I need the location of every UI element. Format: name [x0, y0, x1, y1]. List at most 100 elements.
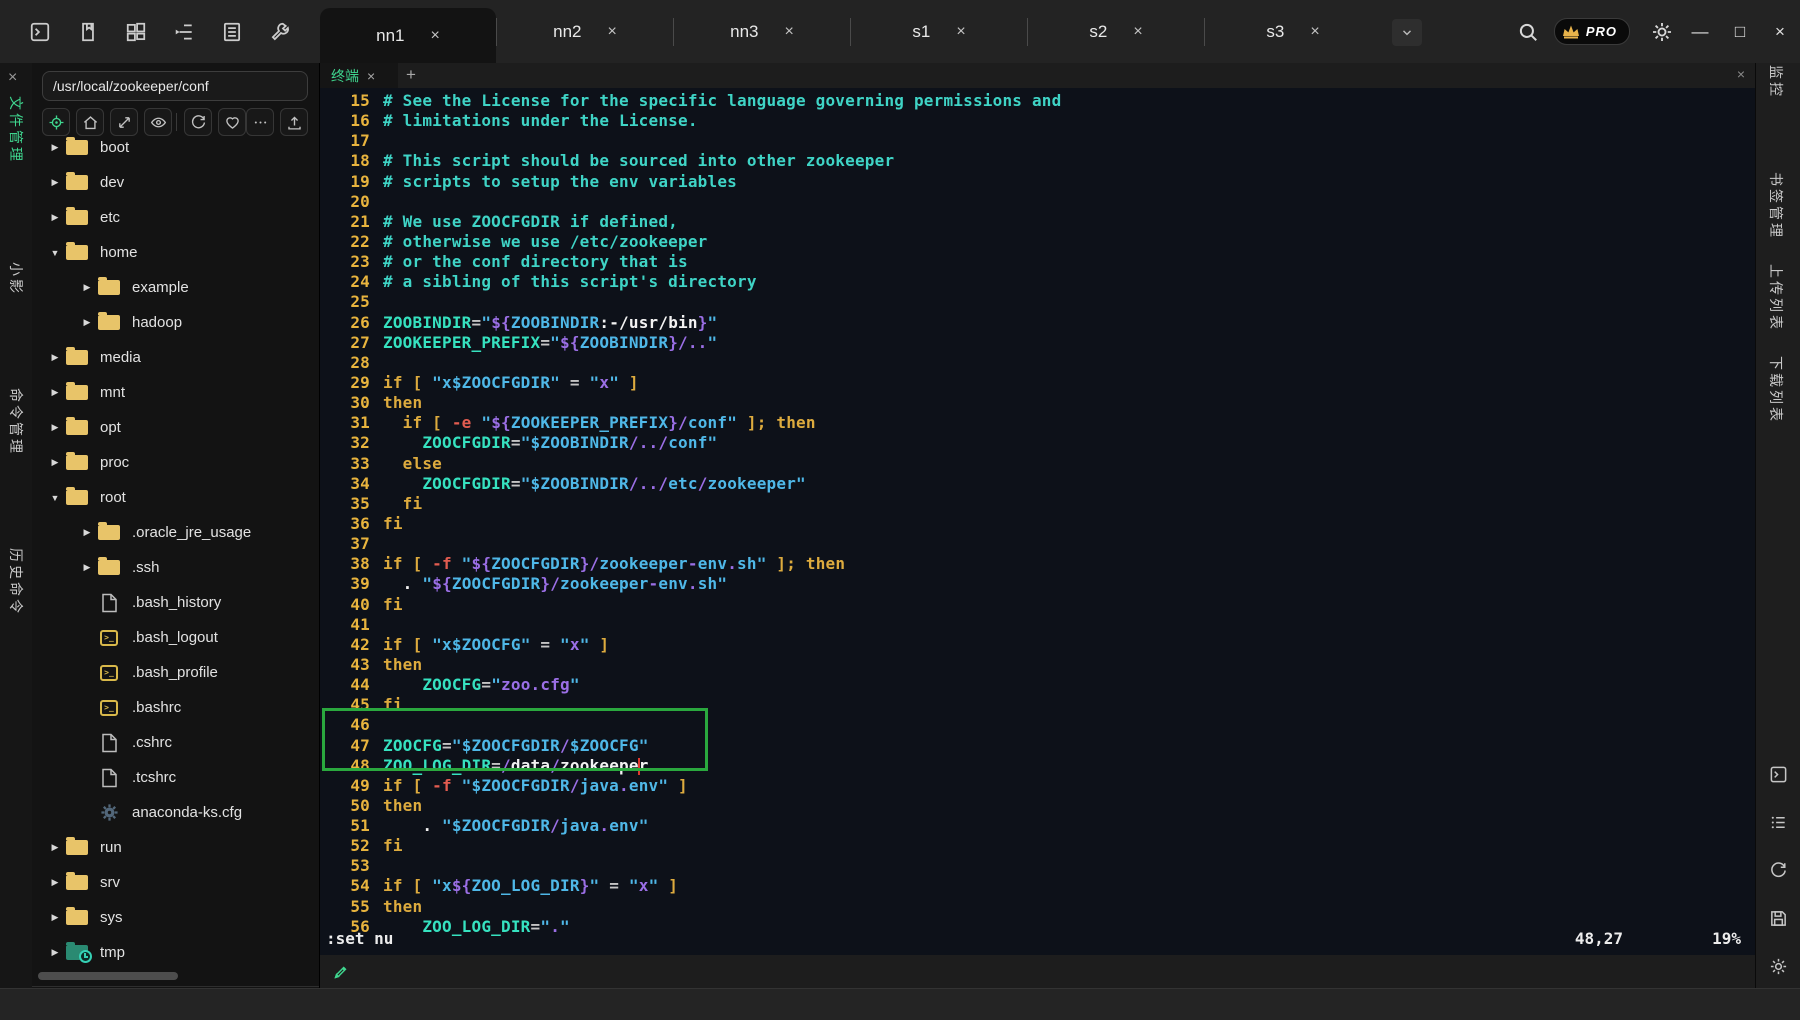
tree-item-etc[interactable]: ▶ etc: [32, 200, 319, 235]
session-tab-s1[interactable]: s1×: [851, 0, 1027, 63]
tree-item-.bashrc[interactable]: >_.bashrc: [32, 690, 319, 725]
caret-icon[interactable]: ▶: [46, 352, 64, 363]
tree-item-anaconda-ks.cfg[interactable]: anaconda-ks.cfg: [32, 795, 319, 830]
sessions-icon[interactable]: [216, 16, 248, 48]
close-tab-icon[interactable]: ×: [431, 27, 440, 45]
caret-icon[interactable]: ▶: [78, 317, 96, 328]
close-tab-icon[interactable]: ×: [785, 23, 794, 41]
caret-icon[interactable]: ▶: [46, 177, 64, 188]
close-tab-icon[interactable]: ×: [956, 23, 965, 41]
caret-icon[interactable]: ▶: [78, 562, 96, 573]
right-rail-icons: [1756, 763, 1800, 977]
tree-item-label: etc: [100, 209, 120, 226]
terminal-tab[interactable]: 终端 ×: [320, 63, 398, 88]
line-number: 43: [336, 655, 370, 675]
caret-icon[interactable]: ▶: [78, 282, 96, 293]
tree-item-example[interactable]: ▶example: [32, 270, 319, 305]
right-rail-item-3[interactable]: 上传列表: [1766, 264, 1786, 332]
caret-icon[interactable]: ▶: [46, 842, 64, 853]
tree-item-dev[interactable]: ▶dev: [32, 165, 319, 200]
caret-icon[interactable]: ▼: [46, 248, 64, 258]
caret-icon[interactable]: ▶: [46, 387, 64, 398]
terminal-icon[interactable]: [1768, 763, 1790, 785]
close-panel-icon[interactable]: ×: [8, 69, 17, 87]
tree-item-sys[interactable]: ▶sys: [32, 900, 319, 935]
tree-item-home[interactable]: ▼home: [32, 235, 319, 270]
close-tab-icon[interactable]: ×: [1133, 23, 1142, 41]
caret-icon[interactable]: ▶: [46, 912, 64, 923]
tree-item-.ssh[interactable]: ▶.ssh: [32, 550, 319, 585]
tree-item-hadoop[interactable]: ▶hadoop: [32, 305, 319, 340]
tree-item-media[interactable]: ▶media: [32, 340, 319, 375]
new-terminal-tab-button[interactable]: +: [406, 65, 416, 85]
settings-icon[interactable]: [1768, 955, 1790, 977]
caret-icon[interactable]: ▶: [78, 527, 96, 538]
search-button[interactable]: [1510, 14, 1546, 50]
tree-item-srv[interactable]: ▶srv: [32, 865, 319, 900]
left-rail-item-4[interactable]: 历史命令: [6, 548, 26, 616]
connections-icon[interactable]: [168, 16, 200, 48]
left-rail-item-3[interactable]: 命令管理: [6, 388, 26, 456]
refresh-icon[interactable]: [1768, 859, 1790, 881]
tree-item-tmp[interactable]: ▶tmp: [32, 935, 319, 970]
caret-icon[interactable]: ▶: [46, 422, 64, 433]
line-number: 18: [336, 151, 370, 171]
right-rail-item-4[interactable]: 下载列表: [1766, 356, 1786, 424]
shell-script-icon: >_: [96, 665, 122, 681]
tree-item-mnt[interactable]: ▶mnt: [32, 375, 319, 410]
session-tab-s2[interactable]: s2×: [1028, 0, 1204, 63]
close-tab-icon[interactable]: ×: [608, 23, 617, 41]
close-terminal-strip-icon[interactable]: ×: [1737, 66, 1745, 82]
vim-editor-content[interactable]: 15# See the License for the specific lan…: [320, 88, 1755, 955]
save-icon[interactable]: [1768, 907, 1790, 929]
tree-item-opt[interactable]: ▶opt: [32, 410, 319, 445]
session-tab-nn2[interactable]: nn2×: [497, 0, 673, 63]
caret-icon[interactable]: ▶: [46, 947, 64, 958]
session-tab-s3[interactable]: s3×: [1205, 0, 1381, 63]
maximize-button[interactable]: □: [1720, 0, 1760, 63]
pro-badge[interactable]: PRO: [1554, 18, 1630, 45]
list-icon[interactable]: [1768, 811, 1790, 833]
tree-item-.oracle_jre_usage[interactable]: ▶.oracle_jre_usage: [32, 515, 319, 550]
terminal-panel[interactable]: 终端 × + × 15# See the License for the spe…: [319, 63, 1755, 988]
tree-item-.tcshrc[interactable]: .tcshrc: [32, 760, 319, 795]
tree-item-proc[interactable]: ▶proc: [32, 445, 319, 480]
caret-icon[interactable]: ▶: [46, 212, 64, 223]
line-number: 35: [336, 494, 370, 514]
tree-item-run[interactable]: ▶run: [32, 830, 319, 865]
tree-item-boot[interactable]: ▶boot: [32, 130, 319, 165]
path-input[interactable]: [42, 71, 308, 101]
folder-icon: [64, 175, 90, 190]
left-rail-item-2[interactable]: 小影: [6, 262, 26, 296]
caret-icon[interactable]: ▼: [46, 493, 64, 503]
tree-item-.bash_history[interactable]: .bash_history: [32, 585, 319, 620]
close-tab-icon[interactable]: ×: [1310, 23, 1319, 41]
shell-script-icon: >_: [96, 630, 122, 646]
close-terminal-tab-icon[interactable]: ×: [367, 68, 375, 84]
right-rail-item-1[interactable]: 监控: [1766, 65, 1786, 99]
layout-icon[interactable]: [120, 16, 152, 48]
tree-item-.bash_profile[interactable]: >_.bash_profile: [32, 655, 319, 690]
titlebar-right: PRO — □ ×: [1510, 0, 1800, 63]
caret-icon[interactable]: ▶: [46, 877, 64, 888]
session-tab-nn1[interactable]: nn1×: [320, 8, 496, 63]
caret-icon[interactable]: ▶: [46, 142, 64, 153]
line-number: 49: [336, 776, 370, 796]
tab-list-dropdown-button[interactable]: [1392, 19, 1422, 46]
left-rail-item-1[interactable]: 文件管理: [6, 96, 26, 164]
tree-item-.bash_logout[interactable]: >_.bash_logout: [32, 620, 319, 655]
settings-button[interactable]: [1644, 14, 1680, 50]
right-rail-item-2[interactable]: 书签管理: [1766, 172, 1786, 240]
close-window-button[interactable]: ×: [1760, 0, 1800, 63]
highlighter-pen-icon[interactable]: [332, 963, 350, 981]
folder-icon: [64, 910, 90, 925]
tools-icon[interactable]: [264, 16, 296, 48]
bookmark-icon[interactable]: [72, 16, 104, 48]
session-tab-nn3[interactable]: nn3×: [674, 0, 850, 63]
terminal-icon[interactable]: [24, 16, 56, 48]
tree-horizontal-scrollbar[interactable]: [38, 972, 178, 980]
minimize-button[interactable]: —: [1680, 0, 1720, 63]
caret-icon[interactable]: ▶: [46, 457, 64, 468]
tree-item-.cshrc[interactable]: .cshrc: [32, 725, 319, 760]
tree-item-root[interactable]: ▼root: [32, 480, 319, 515]
